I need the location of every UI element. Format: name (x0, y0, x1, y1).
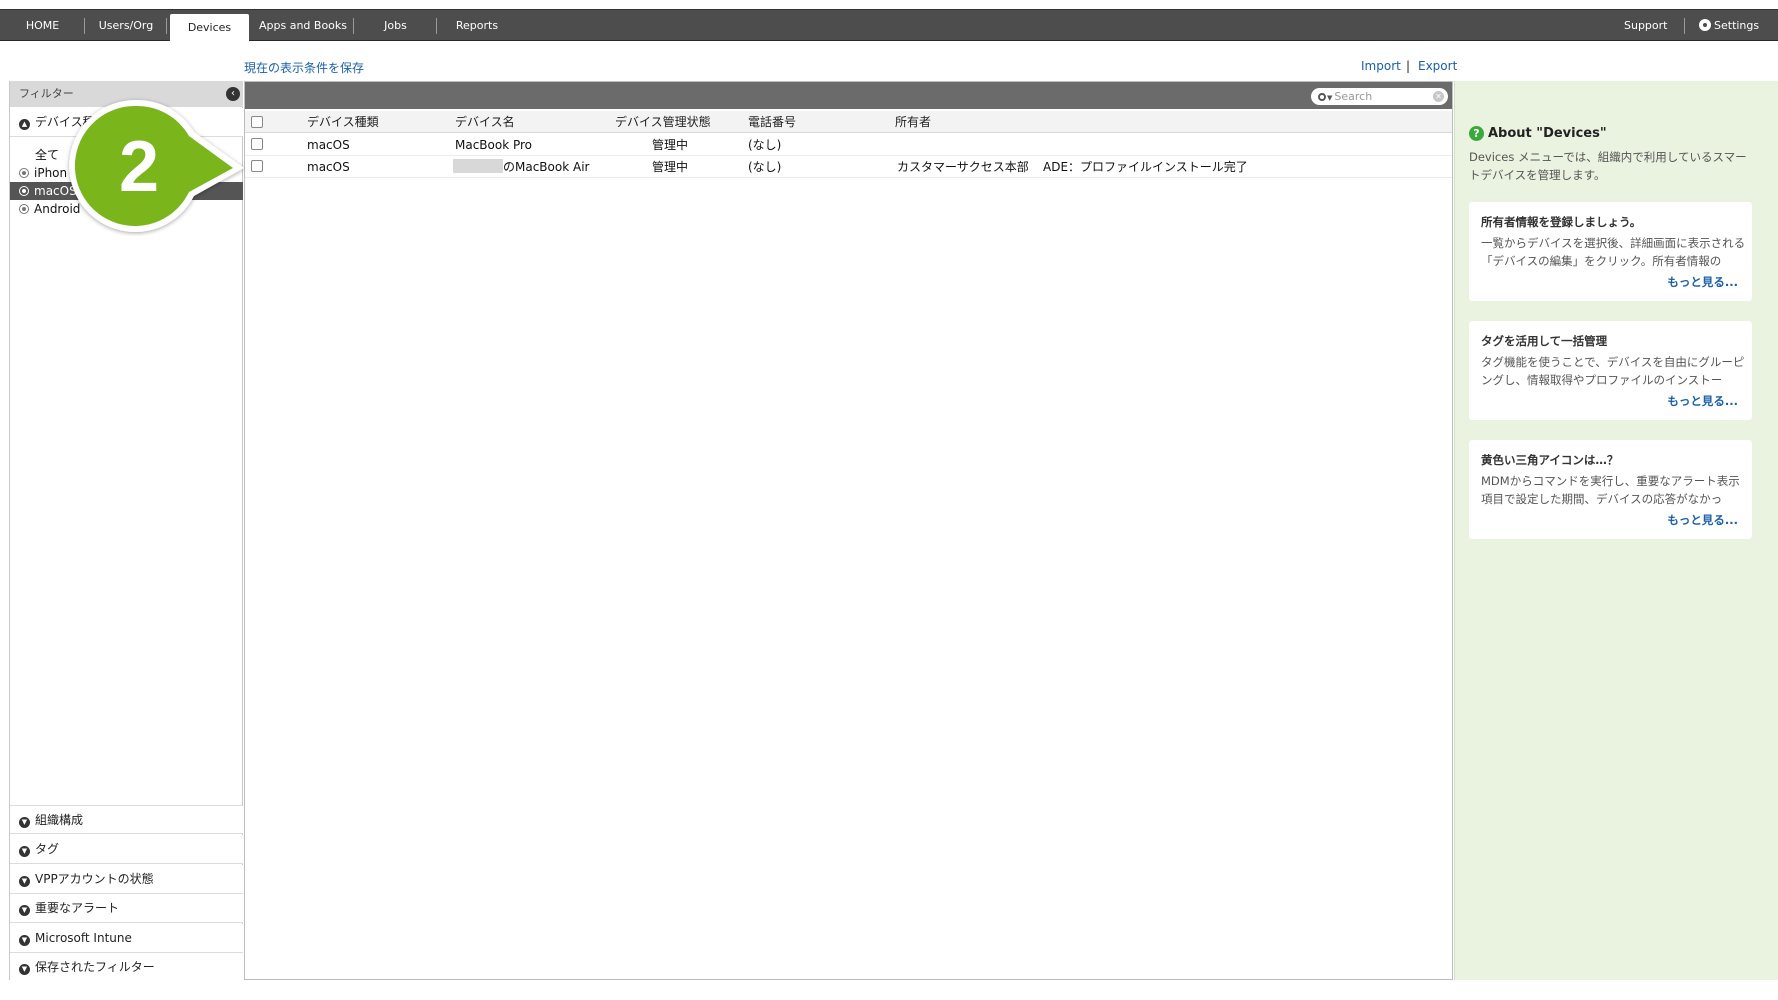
column-header-device-type[interactable]: デバイス種類 (307, 111, 379, 133)
cell-device-name[interactable]: MacBook Pro (455, 134, 532, 156)
table-header: デバイス種類 デバイス名 デバイス管理状態 電話番号 所有者 (245, 111, 1452, 133)
cell-status: 管理中 (652, 160, 689, 174)
tab-users-org[interactable]: Users/Org (85, 10, 167, 41)
filter-section-org[interactable]: ▼ 組織構成 (10, 805, 243, 834)
filter-section-saved[interactable]: ▼ 保存されたフィルター (10, 953, 243, 982)
filter-item-label: iPhon (34, 166, 68, 180)
card-text: タグ機能を使うことで、デバイスを自由にグルーピングし、情報取得やプロファイルのイ… (1481, 355, 1745, 387)
support-link[interactable]: Support (1624, 10, 1667, 41)
chevron-down-icon: ▼ (19, 935, 30, 946)
cell-status: 管理中 (652, 138, 689, 152)
filter-section-label: VPPアカウントの状態 (35, 872, 154, 886)
chevron-down-icon: ▼ (19, 964, 30, 975)
filter-section-label: タグ (35, 842, 60, 856)
chevron-down-icon: ▼ (19, 876, 30, 887)
chevron-up-icon: ▲ (19, 119, 30, 130)
info-title: ? About "Devices" (1469, 126, 1607, 141)
info-panel: ? About "Devices" Devices メニューでは、組織内で利用して… (1454, 81, 1778, 980)
radio-icon (19, 204, 29, 214)
nav-divider (1684, 18, 1685, 34)
card-text: MDMからコマンドを実行し、重要なアラート表示項目で設定した期間、デバイスの応答… (1481, 474, 1740, 506)
device-name-text: のMacBook Air (503, 160, 590, 174)
cell-device-type: macOS (307, 138, 350, 152)
info-description: Devices メニューでは、組織内で利用しているスマートデバイスを管理します。 (1469, 150, 1747, 182)
cell-phone: (なし) (748, 138, 782, 152)
filter-item-label: 全て (35, 148, 60, 162)
tab-home[interactable]: HOME (0, 10, 85, 41)
clear-search-icon[interactable]: ✕ (1433, 91, 1444, 102)
chevron-down-icon: ▼ (19, 905, 30, 916)
tab-devices[interactable]: Devices (170, 14, 249, 42)
cell-note: ADE：プロファイルインストール完了 (1043, 160, 1248, 174)
filter-section-alerts[interactable]: ▼ 重要なアラート (10, 894, 243, 923)
table-row[interactable]: macOS MacBook Pro 管理中 (なし) (245, 134, 1452, 156)
export-link[interactable]: Export (1418, 59, 1457, 73)
filter-section-tag[interactable]: ▼ タグ (10, 835, 243, 864)
dropdown-caret-icon[interactable]: ▼ (1327, 94, 1332, 102)
tab-apps-and-books[interactable]: Apps and Books (252, 10, 354, 41)
chevron-down-icon: ▼ (19, 846, 30, 857)
app-window: HOME Users/Org Devices Apps and Books Jo… (0, 0, 1778, 1000)
card-text: 一覧からデバイスを選択後、詳細画面に表示される「デバイスの編集」をクリック。所有… (1481, 236, 1746, 268)
cell-device-type: macOS (307, 160, 350, 174)
filter-section-label: Microsoft Intune (35, 931, 132, 945)
import-link[interactable]: Import (1361, 59, 1401, 73)
cell-phone: (なし) (748, 160, 782, 174)
info-card: タグを活用して一括管理 タグ機能を使うことで、デバイスを自由にグルーピングし、情… (1469, 321, 1752, 420)
search-input[interactable]: ▼ Search ✕ (1311, 88, 1448, 105)
column-header-device-name[interactable]: デバイス名 (455, 111, 515, 133)
read-more-link[interactable]: もっと見る... (1667, 274, 1738, 290)
help-icon: ? (1469, 126, 1484, 141)
tab-reports[interactable]: Reports (437, 10, 517, 41)
top-navigation-bar: HOME Users/Org Devices Apps and Books Jo… (0, 9, 1778, 42)
window-bottom-edge (0, 980, 1778, 1000)
save-view-link[interactable]: 現在の表示条件を保存 (244, 59, 364, 76)
cell-owner: カスタマーサクセス本部 (897, 160, 1029, 174)
read-more-link[interactable]: もっと見る... (1667, 393, 1738, 409)
chevron-down-icon: ▼ (19, 817, 30, 828)
card-title: 所有者情報を登録しましょう。 (1481, 215, 1642, 229)
filter-section-vpp[interactable]: ▼ VPPアカウントの状態 (10, 865, 243, 894)
info-card: 所有者情報を登録しましょう。 一覧からデバイスを選択後、詳細画面に表示される「デ… (1469, 202, 1752, 301)
card-title: 黄色い三角アイコンは…？ (1481, 453, 1619, 467)
device-list-panel: ▼ Search ✕ デバイス種類 デバイス名 デバイス管理状態 電話番号 所有者… (244, 81, 1453, 980)
info-title-text: About "Devices" (1488, 126, 1607, 141)
gear-icon (1699, 19, 1711, 31)
cell-device-name[interactable]: のMacBook Air (453, 156, 589, 178)
table-toolbar: ▼ Search ✕ (245, 82, 1452, 109)
filter-section-label: 組織構成 (35, 813, 84, 827)
import-export-separator: | (1406, 59, 1411, 73)
settings-label: Settings (1714, 19, 1760, 32)
info-card: 黄色い三角アイコンは…？ MDMからコマンドを実行し、重要なアラート表示項目で設… (1469, 440, 1752, 539)
column-header-management-status[interactable]: デバイス管理状態 (615, 111, 711, 133)
search-icon (1318, 93, 1326, 101)
tab-jobs[interactable]: Jobs (354, 10, 437, 41)
table-row[interactable]: macOS のMacBook Air 管理中 (なし) カスタマーサクセス本部 … (245, 156, 1452, 178)
column-header-owner[interactable]: 所有者 (895, 111, 931, 133)
radio-icon (19, 186, 29, 196)
card-title: タグを活用して一括管理 (1481, 334, 1608, 348)
step-callout: 2 (69, 99, 244, 232)
filter-section-intune[interactable]: ▼ Microsoft Intune (10, 924, 243, 953)
radio-icon (19, 168, 29, 178)
search-placeholder: Search (1334, 90, 1373, 103)
filter-section-label: 保存されたフィルター (35, 960, 155, 974)
redacted-text (453, 159, 503, 173)
read-more-link[interactable]: もっと見る... (1667, 512, 1738, 528)
column-header-phone[interactable]: 電話番号 (748, 111, 796, 133)
step-number: 2 (119, 127, 159, 207)
settings-link[interactable]: Settings (1699, 10, 1759, 41)
filter-section-label: 重要なアラート (35, 901, 120, 915)
